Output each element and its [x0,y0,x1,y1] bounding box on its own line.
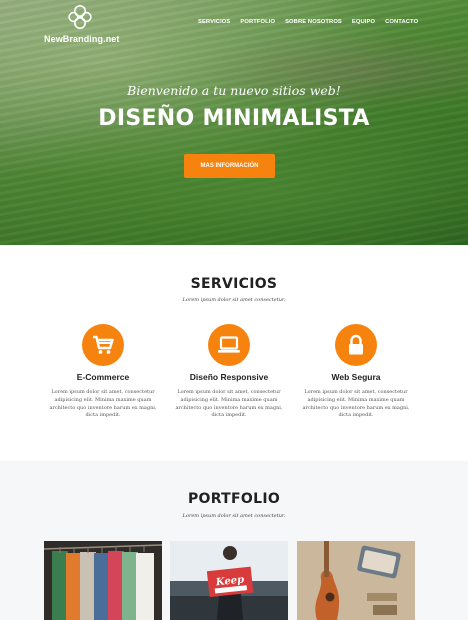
service-description: Lorem ipsum dolor sit amet, consectetur … [49,389,157,419]
portfolio-subtitle: Lorem ipsum dolor sit amet consectetur. [182,513,286,519]
keep-sign-image: Keep [170,541,288,620]
service-icon-circle [82,324,124,366]
service-icon-circle [208,324,250,366]
portfolio-item-keep-sign[interactable]: Keep [170,541,288,620]
main-nav: SERVICIOS PORTFOLIO SOBRE NOSOTROS EQUIP… [198,19,418,25]
services-subtitle: Lorem ipsum dolor sit amet consectetur. [182,297,286,303]
service-name: Web Segura [331,372,381,382]
portfolio-item-clothes[interactable] [44,541,162,620]
logo[interactable]: NewBranding.net [44,4,120,44]
brand-name: NewBranding.net [44,34,120,44]
service-description: Lorem ipsum dolor sit amet, consectetur … [302,389,410,419]
services-title: SERVICIOS [190,276,278,292]
portfolio-item-guitar[interactable] [297,541,415,620]
cart-icon [93,335,114,354]
service-name: E-Commerce [76,372,130,382]
nav-item-sobre-nosotros[interactable]: SOBRE NOSOTROS [285,19,342,25]
logo-icon [68,5,92,29]
portfolio-title: PORTFOLIO [187,491,281,507]
service-ecommerce: E-Commerce Lorem ipsum dolor sit amet, c… [41,324,165,420]
hero-section: NewBranding.net SERVICIOS PORTFOLIO SOBR… [0,0,468,245]
laptop-icon [218,336,240,353]
service-security: Web Segura Lorem ipsum dolor sit amet, c… [294,324,418,420]
hero-title: DISEÑO MINIMALISTA [98,106,370,131]
guitar-image [297,541,415,620]
service-icon-circle [335,324,377,366]
nav-item-portfolio[interactable]: PORTFOLIO [240,19,275,25]
clothes-image [44,541,162,620]
more-info-button[interactable]: MAS INFORMACIÓN [184,154,275,178]
nav-item-servicios[interactable]: SERVICIOS [198,19,230,25]
service-responsive: Diseño Responsive Lorem ipsum dolor sit … [167,324,291,420]
service-name: Diseño Responsive [189,372,269,382]
service-description: Lorem ipsum dolor sit amet, consectetur … [175,389,283,419]
hero-subtitle: Bienvenido a tu nuevo sitios web! [127,83,341,98]
nav-item-contacto[interactable]: CONTACTO [385,19,418,25]
lock-icon [349,334,363,355]
nav-item-equipo[interactable]: EQUIPO [352,19,375,25]
